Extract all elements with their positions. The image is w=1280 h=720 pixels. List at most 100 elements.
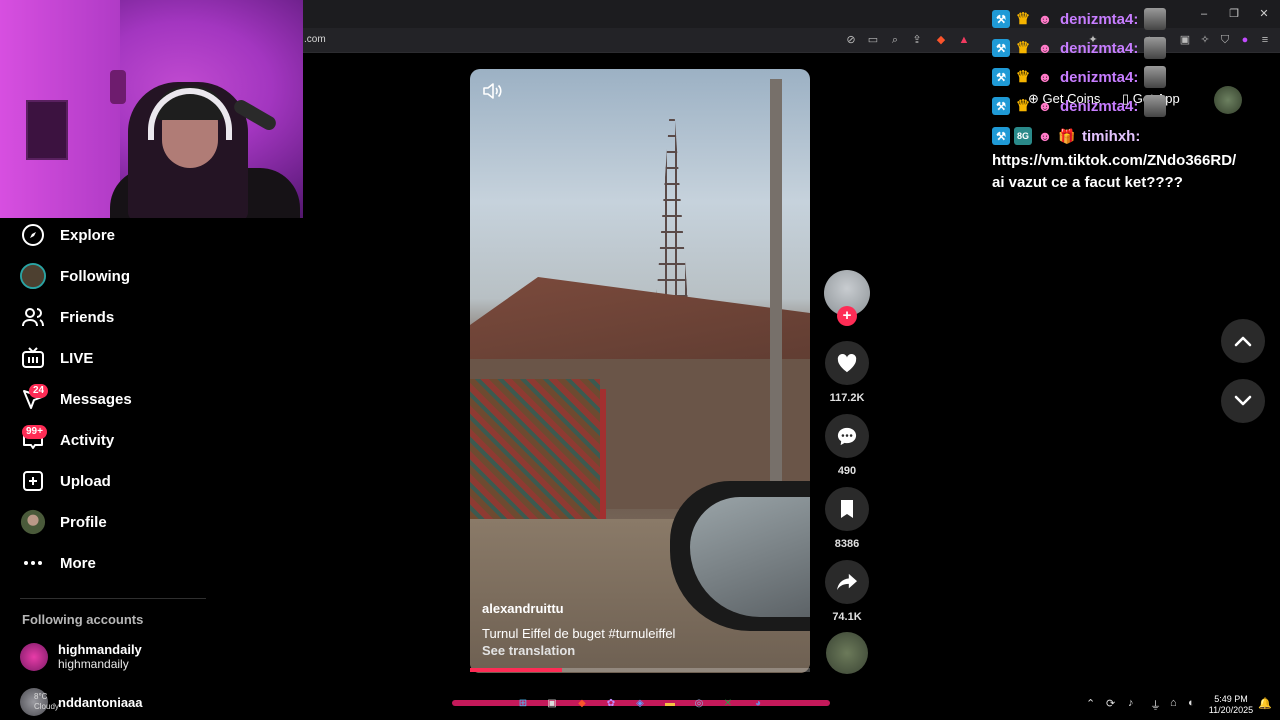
sidebar-item-upload[interactable]: Upload	[20, 467, 111, 495]
account-name: highmandaily	[58, 642, 142, 657]
zoom-icon[interactable]: ⌕	[888, 33, 902, 47]
following-accounts-header: Following accounts	[22, 612, 144, 627]
sidebar-item-label: LIVE	[60, 349, 94, 367]
sidebar-item-explore[interactable]: Explore	[20, 221, 115, 249]
share-arrow-icon	[837, 573, 857, 591]
see-translation-link[interactable]: See translation	[482, 643, 575, 658]
gift-icon: 🎁	[1058, 127, 1076, 144]
wallet-icon[interactable]: ▣	[1178, 33, 1192, 47]
brave-browser-icon[interactable]: ◆	[574, 696, 590, 712]
mod-badge-icon: ⚒	[992, 39, 1010, 57]
crown-icon: ♛	[1015, 69, 1031, 86]
microphone-icon[interactable]: ⏚	[1150, 697, 1161, 713]
next-video-button[interactable]	[1221, 379, 1265, 423]
task-view-icon[interactable]: ▣	[544, 696, 560, 712]
messages-badge: 24	[29, 384, 49, 398]
video-caption: Turnul Eiffel de buget #turnuleiffel	[482, 626, 676, 641]
chat-avatar	[1144, 66, 1167, 88]
live-icon	[20, 345, 46, 371]
address-url[interactable]: .com	[304, 34, 326, 45]
video-progress-fill	[470, 668, 562, 672]
emote-icon: ☻	[1037, 11, 1053, 27]
volume-icon[interactable]	[482, 82, 502, 104]
sidebar-item-following[interactable]: Following	[20, 262, 130, 290]
sidebar-item-label: Upload	[60, 472, 111, 490]
share-button[interactable]	[825, 560, 869, 604]
reader-off-icon[interactable]: ⊘	[844, 33, 858, 47]
save-button[interactable]	[825, 487, 869, 531]
share-count: 74.1K	[832, 611, 862, 623]
office-icon[interactable]: ◈	[632, 696, 648, 712]
excel-icon[interactable]: ✕	[720, 696, 736, 712]
chat-message: https://vm.tiktok.com/ZNdo366RD/ ai vazu…	[992, 150, 1272, 194]
divider	[20, 598, 206, 599]
chat-avatar	[1144, 8, 1167, 30]
chat-line: ⚒ ♛ ☻ denizmta4:	[992, 8, 1167, 30]
video-player[interactable]	[470, 69, 810, 673]
emote-icon: ☻	[1037, 128, 1053, 144]
previous-video-button[interactable]	[1221, 319, 1265, 363]
leo-icon[interactable]: ✧	[1198, 33, 1212, 47]
following-avatar-icon	[20, 263, 46, 289]
account-name: nddantoniaaa	[58, 694, 143, 710]
account-handle: highmandaily	[58, 657, 129, 671]
emote-icon: ☻	[1037, 69, 1053, 85]
mod-badge-icon: ⚒	[992, 68, 1010, 86]
brave-shield-icon[interactable]: ◆	[934, 33, 948, 47]
crown-icon: ♛	[1015, 98, 1031, 115]
sidebar-item-friends[interactable]: Friends	[20, 303, 114, 331]
user-avatar[interactable]	[1214, 86, 1242, 114]
upload-icon	[20, 468, 46, 494]
copilot-icon[interactable]: ✿	[603, 696, 619, 712]
chat-username: denizmta4:	[1060, 97, 1139, 115]
mod-badge-icon: ⚒	[992, 127, 1010, 145]
chat-line: ⚒ ♛ ☻ denizmta4:	[992, 95, 1167, 117]
chevron-down-icon	[1234, 395, 1252, 406]
brave-rewards-icon[interactable]: ▲	[957, 33, 971, 47]
sidebar-item-label: Activity	[60, 431, 115, 449]
maximize-icon[interactable]: ❐	[1226, 6, 1242, 22]
discord-icon[interactable]: ◕	[750, 696, 766, 712]
chat-username: timihxh:	[1082, 127, 1141, 145]
vpn-icon[interactable]: ⛉	[1218, 33, 1232, 47]
network-icon[interactable]: ⌂	[1170, 697, 1177, 709]
sidebar-item-label: Messages	[60, 390, 132, 408]
emote-icon: ☻	[1037, 40, 1053, 56]
music-disc-avatar[interactable]	[826, 632, 868, 674]
notifications-icon[interactable]: 🔔	[1258, 697, 1272, 710]
chat-message-text: ai vazut ce a facut ket????	[992, 174, 1183, 191]
sidebar-item-label: Profile	[60, 513, 107, 531]
comment-count: 490	[837, 465, 857, 477]
more-icon	[20, 550, 46, 576]
profile-icon[interactable]: ●	[1238, 33, 1252, 47]
friends-icon	[20, 304, 46, 330]
sidebar-item-label: Following	[60, 267, 130, 285]
emote-icon: ☻	[1037, 98, 1053, 114]
following-account-item[interactable]: highmandaily highmandaily	[20, 642, 142, 671]
close-icon[interactable]: ✕	[1256, 6, 1272, 22]
bookmark-icon	[841, 500, 853, 518]
share-icon[interactable]: ⇪	[910, 33, 924, 47]
comment-button[interactable]	[825, 414, 869, 458]
weather-widget[interactable]: 8°C Cloudy	[14, 692, 59, 712]
tray-overflow-icon[interactable]: ⌃	[1086, 697, 1095, 710]
sidebar-item-live[interactable]: LIVE	[20, 344, 93, 372]
volume-tray-icon[interactable]: ◐	[1188, 697, 1195, 709]
file-explorer-icon[interactable]: ▬	[662, 696, 678, 712]
menu-icon[interactable]: ≡	[1258, 33, 1272, 47]
chat-avatar	[1144, 95, 1167, 117]
sync-icon[interactable]: ⟳	[1106, 697, 1115, 710]
steam-icon[interactable]: ◎	[691, 696, 707, 712]
windows-start-icon[interactable]: ⊞	[515, 696, 531, 712]
like-button[interactable]	[825, 341, 869, 385]
minimize-icon[interactable]: –	[1196, 6, 1212, 22]
sidebar-item-more[interactable]: More	[20, 549, 96, 577]
sidebar-item-profile[interactable]: Profile	[20, 508, 107, 536]
system-clock[interactable]: 5:49 PM 11/20/2025	[1208, 694, 1254, 716]
speaker-tray-icon[interactable]: ♪	[1128, 697, 1134, 709]
follow-plus-button[interactable]: +	[837, 306, 857, 326]
cast-icon[interactable]: ▭	[866, 33, 880, 47]
save-count: 8386	[834, 538, 860, 550]
video-author[interactable]: alexandruittu	[482, 601, 564, 616]
weather-desc: Cloudy	[34, 702, 59, 711]
